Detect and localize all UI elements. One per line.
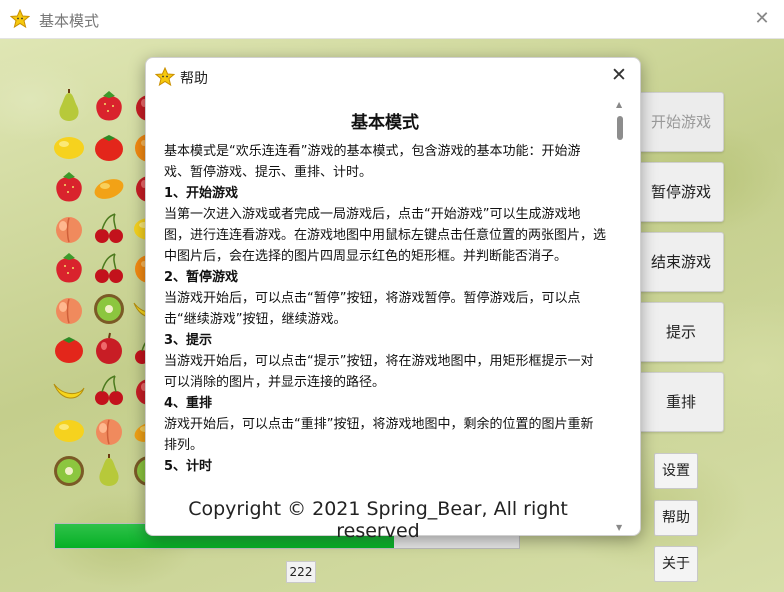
kiwi-icon[interactable] bbox=[51, 453, 87, 489]
section-body: 游戏开始后，可以点击“重排”按钮，将游戏地图中，剩余的位置的图片重新排列。 bbox=[164, 417, 594, 453]
section-title: 1、开始游戏 bbox=[164, 186, 239, 201]
peach-icon[interactable] bbox=[51, 210, 87, 246]
strawberry-icon[interactable] bbox=[91, 88, 127, 124]
help-content: 基本模式 基本模式是“欢乐连连看”游戏的基本模式，包含游戏的基本功能：开始游戏、… bbox=[164, 102, 606, 486]
close-icon[interactable]: ✕ bbox=[752, 9, 772, 29]
star-icon bbox=[10, 9, 30, 29]
peach-icon[interactable] bbox=[91, 412, 127, 448]
dialog-scrollbar[interactable]: ▲ ▼ bbox=[615, 100, 625, 532]
tomato-icon[interactable] bbox=[51, 331, 87, 367]
window-title: 基本模式 bbox=[39, 12, 100, 30]
section-title: 3、提示 bbox=[164, 333, 213, 348]
section-title: 2、暂停游戏 bbox=[164, 270, 239, 285]
scroll-thumb[interactable] bbox=[617, 116, 623, 140]
star-icon bbox=[155, 67, 175, 87]
strawberry-icon[interactable] bbox=[51, 250, 87, 286]
start-game-button[interactable]: 开始游戏 bbox=[638, 92, 724, 152]
lemon-icon[interactable] bbox=[51, 412, 87, 448]
reshuffle-button[interactable]: 重排 bbox=[638, 372, 724, 432]
banana-icon[interactable] bbox=[51, 372, 87, 408]
dialog-close-icon[interactable]: ✕ bbox=[609, 65, 629, 85]
copyright-footer: Copyright © 2021 Spring_Bear, All right … bbox=[188, 498, 568, 542]
help-heading: 基本模式 bbox=[351, 113, 419, 133]
time-remaining: 222 bbox=[286, 561, 316, 583]
strawberry-icon[interactable] bbox=[51, 169, 87, 205]
section-body: 当第一次进入游戏或者完成一局游戏后，点击“开始游戏”可以生成游戏地图，进行连连看… bbox=[164, 207, 606, 264]
pear-icon[interactable] bbox=[91, 453, 127, 489]
scroll-up-icon[interactable]: ▲ bbox=[616, 100, 622, 109]
dialog-title: 帮助 bbox=[180, 71, 208, 87]
kiwi-icon[interactable] bbox=[91, 291, 127, 327]
section-body: 当游戏开始后，可以点击“提示”按钮，将在游戏地图中，用矩形框提示一对可以消除的图… bbox=[164, 354, 594, 390]
cherry-icon[interactable] bbox=[91, 250, 127, 286]
peach-icon[interactable] bbox=[51, 291, 87, 327]
apple-icon[interactable] bbox=[91, 331, 127, 367]
section-title: 5、计时 bbox=[164, 459, 213, 474]
hint-button[interactable]: 提示 bbox=[638, 302, 724, 362]
section-title: 4、重排 bbox=[164, 396, 213, 411]
help-button[interactable]: 帮助 bbox=[654, 500, 698, 536]
help-dialog: 帮助 ✕ 基本模式 基本模式是“欢乐连连看”游戏的基本模式，包含游戏的基本功能：… bbox=[145, 57, 641, 542]
title-bar: 基本模式 ✕ bbox=[0, 0, 784, 39]
section-body: 当游戏开始后，可以点击“暂停”按钮，将游戏暂停。暂停游戏后，可以点击“继续游戏”… bbox=[164, 291, 581, 327]
lemon-icon[interactable] bbox=[51, 129, 87, 165]
tomato-icon[interactable] bbox=[91, 129, 127, 165]
mango-icon[interactable] bbox=[91, 169, 127, 205]
about-button[interactable]: 关于 bbox=[654, 546, 698, 582]
pause-game-button[interactable]: 暂停游戏 bbox=[638, 162, 724, 222]
cherry-icon[interactable] bbox=[91, 372, 127, 408]
settings-button[interactable]: 设置 bbox=[654, 453, 698, 489]
cherry-icon[interactable] bbox=[91, 210, 127, 246]
scroll-down-icon[interactable]: ▼ bbox=[616, 523, 622, 532]
help-intro: 基本模式是“欢乐连连看”游戏的基本模式，包含游戏的基本功能：开始游戏、暂停游戏、… bbox=[164, 144, 581, 180]
pear-icon[interactable] bbox=[51, 88, 87, 124]
end-game-button[interactable]: 结束游戏 bbox=[638, 232, 724, 292]
